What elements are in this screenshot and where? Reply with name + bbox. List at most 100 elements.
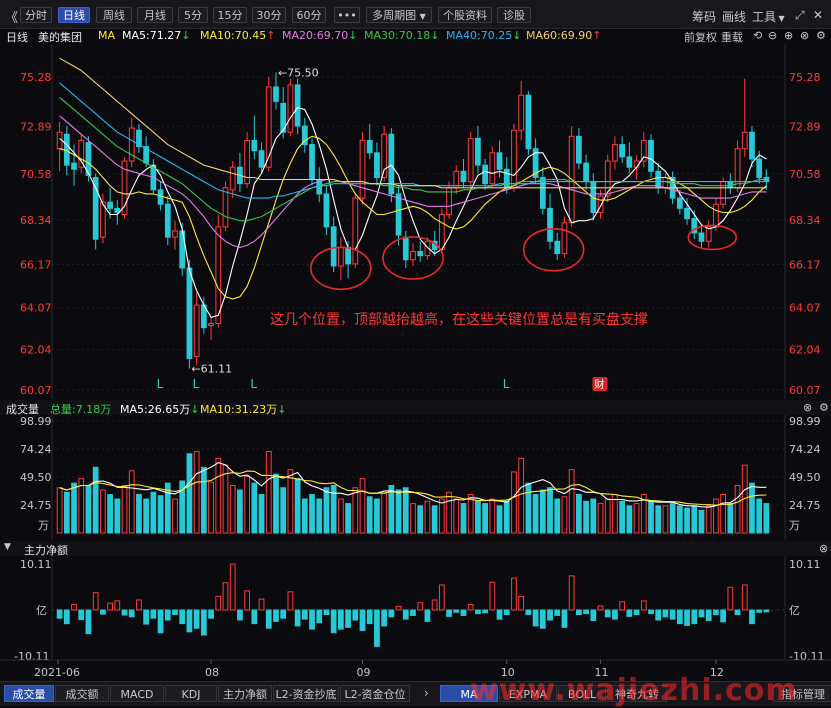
price-chart[interactable]: 75.28 75.28 72.89 72.89 70.58 70.58 68.34 68.34…	[0, 44, 831, 399]
indicator-tab-3[interactable]: KDJ	[165, 685, 217, 702]
volume-chart[interactable]: 98.99 98.99 74.24 74.24 49.50 49.50 24.75 24.75…	[0, 415, 831, 540]
close-icon[interactable]: ⊗	[803, 401, 812, 414]
indicator-tab-6[interactable]: L2-资金仓位	[340, 685, 410, 702]
multi-period-label: 多周期图	[372, 9, 417, 22]
restore-icon[interactable]: ⟲	[753, 29, 762, 42]
volume-bar	[85, 484, 92, 534]
overlay-tab-2[interactable]: BOLL	[558, 685, 606, 702]
period-tab-intraday[interactable]: 分时	[20, 7, 52, 23]
down-arrow-icon: ↓	[181, 29, 191, 42]
flow-bar	[301, 609, 308, 620]
volume-bar	[381, 492, 388, 534]
draw-line-button[interactable]: 画线	[722, 8, 746, 25]
volume-tick-right: 98.99	[789, 415, 821, 428]
tools-menu[interactable]: 工具 ▼	[752, 8, 785, 25]
candle-body	[229, 166, 236, 191]
zoom-in-icon[interactable]: ⊕	[784, 29, 793, 42]
period-tab-30min[interactable]: 30分	[252, 7, 286, 23]
volume-header: 成交量 总量:7.18万 MA5:26.65万↓ MA10:31.23万↓ ⊗ …	[0, 400, 831, 416]
price-tick-left: 60.07	[20, 384, 52, 397]
period-tab-weekly[interactable]: 周线	[96, 7, 132, 23]
volume-bar	[511, 471, 517, 534]
price-tick-left: 75.28	[20, 71, 52, 84]
collapse-icon[interactable]: ▼	[4, 542, 11, 552]
flow-bar	[193, 609, 200, 629]
indicator-tab-2[interactable]: MACD	[110, 685, 164, 702]
period-tab-monthly[interactable]: 月线	[137, 7, 173, 23]
caret-down-icon: ▼	[419, 12, 426, 21]
period-tab-15min[interactable]: 15分	[213, 7, 247, 23]
candle-body	[619, 144, 626, 158]
chips-button[interactable]: 筹码	[692, 8, 716, 25]
chevron-double-left-icon[interactable]: 《	[5, 7, 18, 26]
candle-body	[676, 197, 683, 209]
candle-body	[374, 152, 380, 178]
close-icon[interactable]: ⊗	[819, 542, 828, 555]
diagnose-button[interactable]: 诊股	[497, 7, 531, 23]
volume-bar	[698, 509, 705, 534]
flow-bar	[467, 604, 474, 611]
reload-button[interactable]: 重载	[721, 29, 743, 45]
stock-info-button[interactable]: 个股资料	[438, 7, 492, 23]
main-force-flow-chart[interactable]: 10.11 10.11 亿 亿 -10.11 -10.11 2021-06 08 09 10 11 1…	[0, 556, 831, 681]
flow-bar	[417, 602, 424, 611]
candle-body	[741, 131, 748, 150]
more-periods-button[interactable]: •••	[334, 7, 360, 23]
overlay-tab-4[interactable]: 指标管理	[773, 685, 831, 702]
price-tick-right: 64.07	[789, 302, 821, 315]
flow-bar	[648, 609, 654, 615]
flow-bar	[496, 609, 503, 620]
overlay-tab-3[interactable]: 神奇九转	[607, 685, 667, 702]
flow-bar	[309, 609, 315, 630]
flow-bar	[554, 609, 561, 616]
flow-bar	[237, 609, 243, 621]
volume-bar	[525, 482, 532, 534]
candle-body	[612, 144, 618, 162]
zoom-out-icon[interactable]: ⊖	[768, 29, 777, 42]
close-icon[interactable]: ✕	[813, 8, 823, 22]
flow-bar	[323, 609, 330, 616]
candle-body	[756, 158, 763, 178]
adjust-mode-button[interactable]: 前复权	[684, 29, 717, 45]
period-tab-5min[interactable]: 5分	[178, 7, 208, 23]
flow-bar	[244, 590, 251, 611]
multi-period-dropdown[interactable]: 多周期图 ▼	[366, 7, 432, 23]
indicator-tab-5[interactable]: L2-资金抄底	[273, 685, 339, 702]
flow-bar	[316, 609, 323, 624]
volume-bar	[186, 453, 193, 534]
flow-bar	[713, 609, 719, 616]
overlay-tab-0[interactable]: MA	[440, 685, 498, 702]
volume-bar	[150, 491, 157, 534]
ma-value-2: MA20:69.70↓	[282, 29, 357, 42]
fullscreen-icon[interactable]: ⤢	[795, 8, 805, 23]
volume-bar	[518, 457, 525, 534]
indicator-tab-4[interactable]: 主力净额	[218, 685, 272, 702]
volume-tick-left: 98.99	[20, 415, 52, 428]
volume-bar	[301, 498, 308, 534]
candle-body	[164, 203, 171, 238]
date-label: 09	[357, 666, 371, 679]
candle-body	[352, 197, 359, 265]
overlay-tab-1[interactable]: EXPMA	[499, 685, 557, 702]
volume-bar	[222, 464, 229, 534]
flow-tick-right: -10.11	[789, 650, 824, 663]
period-tab-daily[interactable]: 日线	[58, 7, 90, 23]
volume-bar	[258, 494, 265, 534]
indicator-tab-1[interactable]: 成交额	[55, 685, 109, 702]
date-label: 2021-06	[34, 666, 80, 679]
volume-bar	[128, 470, 135, 534]
volume-bar	[251, 482, 258, 534]
period-tab-60min[interactable]: 60分	[292, 7, 326, 23]
indicator-tab-0[interactable]: 成交量	[4, 685, 54, 702]
flow-bar	[705, 609, 712, 621]
settings-gear-icon[interactable]: ⚙	[816, 29, 826, 42]
volume-unit-left: 万	[38, 519, 49, 532]
price-tick-left: 70.58	[20, 168, 52, 181]
settings-gear-icon[interactable]: ⚙	[819, 401, 829, 414]
candle-body	[337, 246, 344, 267]
high-price-marker: ←75.50	[278, 67, 319, 80]
flow-bar	[273, 609, 279, 622]
flow-bar	[128, 609, 135, 618]
chevron-right-icon[interactable]: ›	[424, 686, 429, 700]
close-icon[interactable]: ⊗	[800, 29, 809, 42]
